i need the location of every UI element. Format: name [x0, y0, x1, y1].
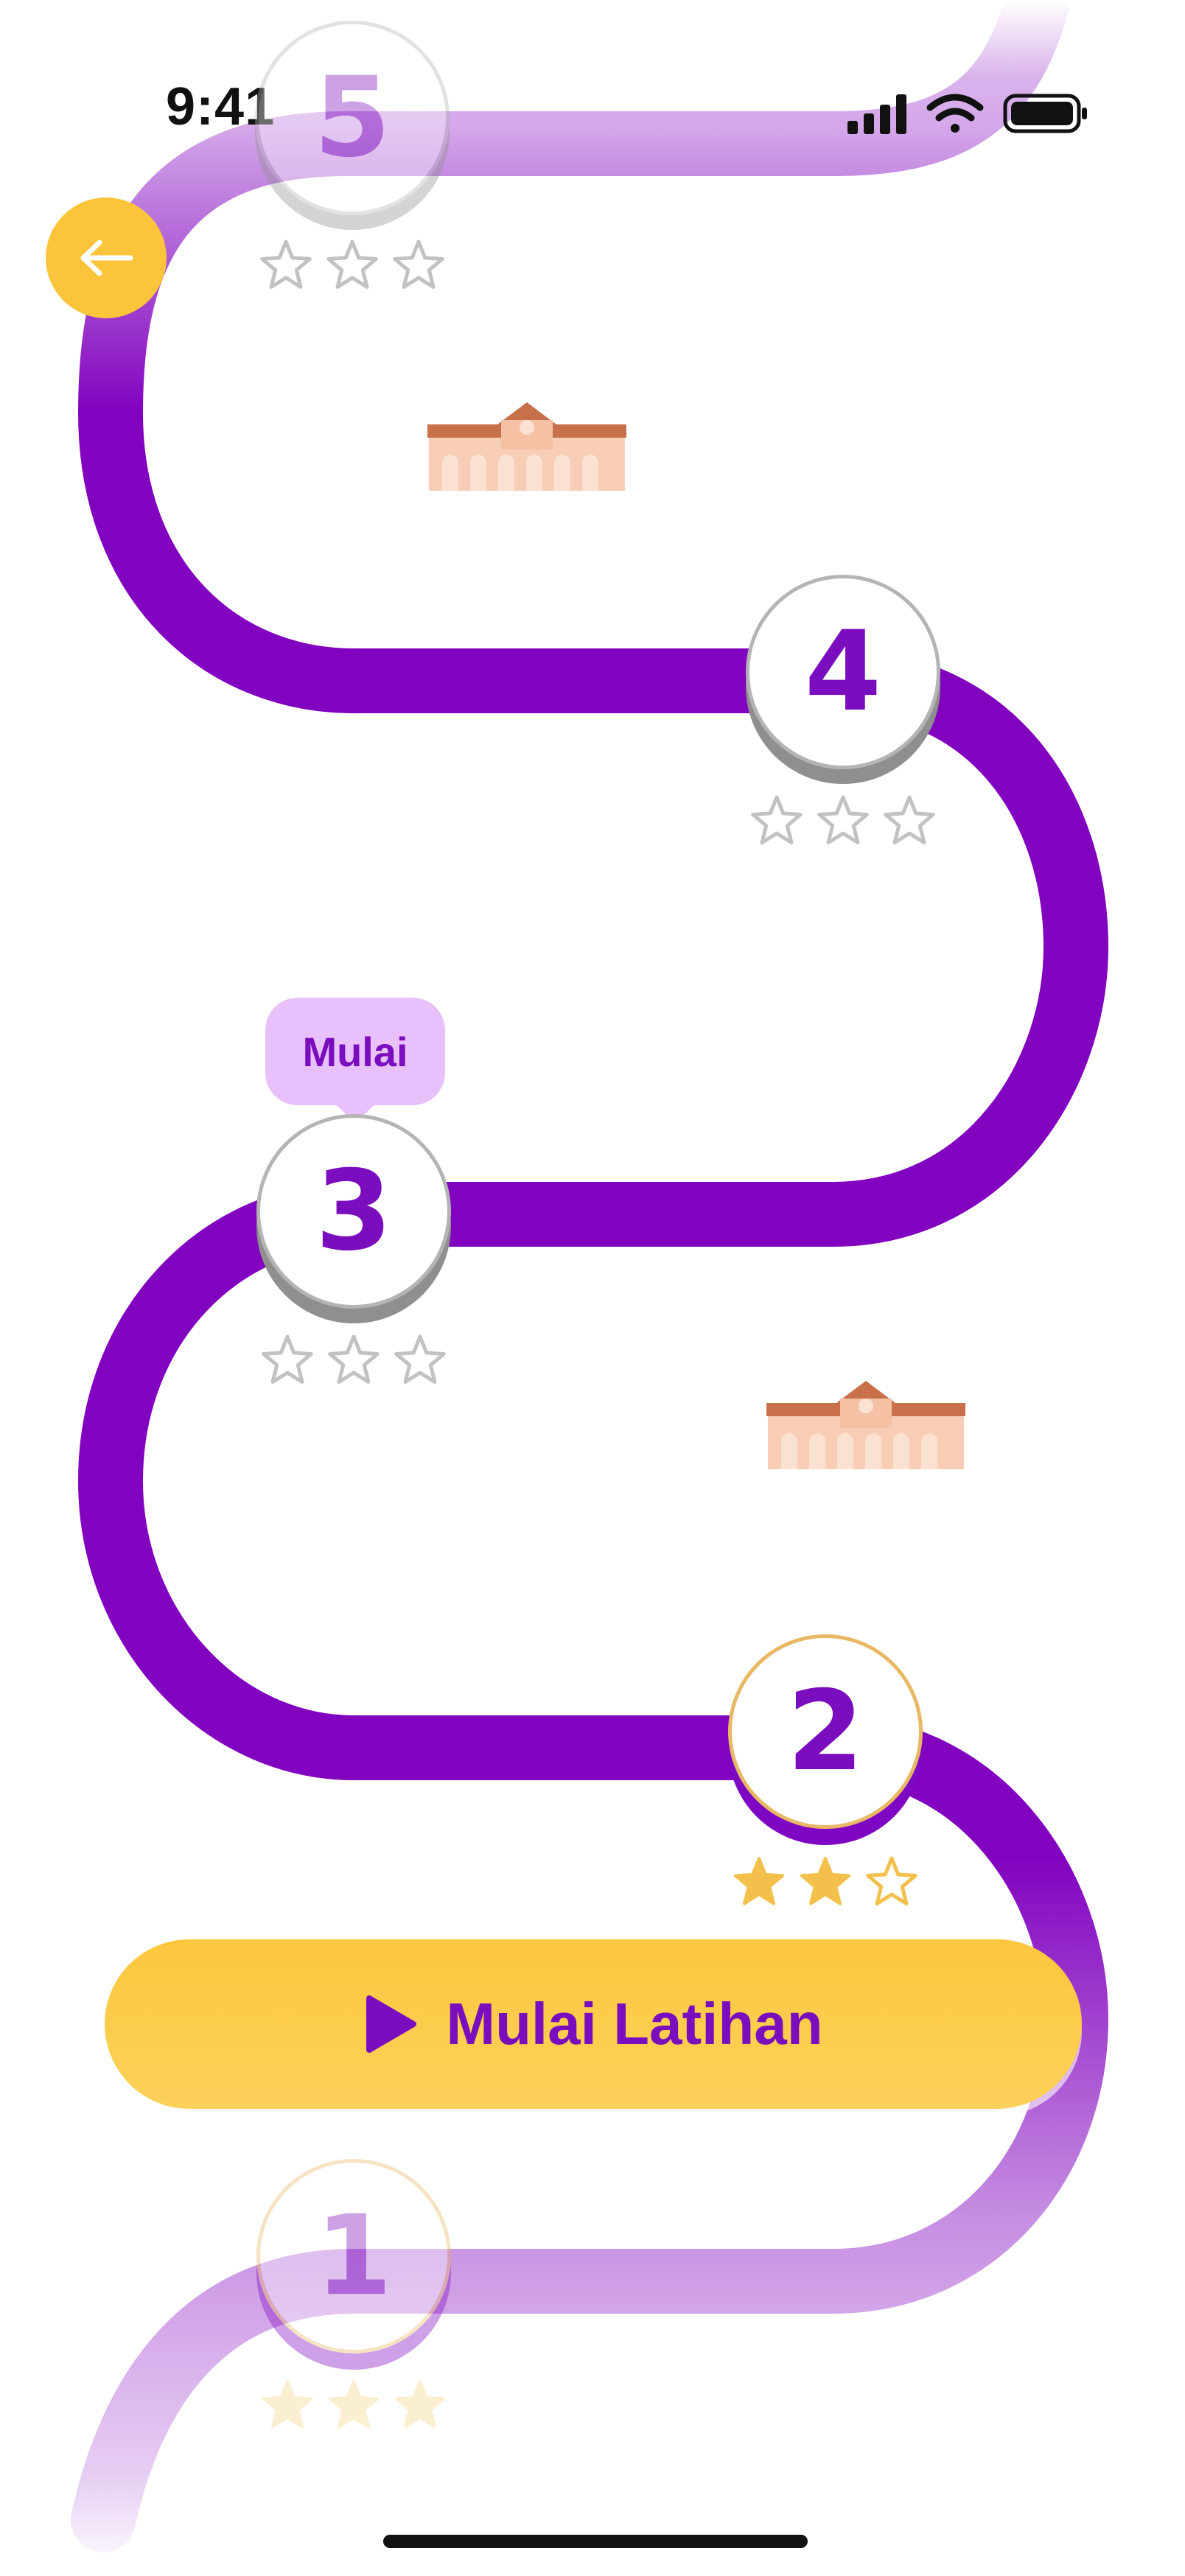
level-stars-3 — [262, 1334, 446, 1384]
level-node-5[interactable]: 5 — [255, 21, 450, 215]
level-stars-1 — [262, 2380, 446, 2429]
tooltip-label: Mulai — [302, 1028, 408, 1075]
star-empty-icon — [751, 795, 803, 844]
star-empty-icon — [394, 1334, 446, 1384]
level-number: 4 — [804, 608, 882, 736]
start-practice-button[interactable]: Mulai Latihan — [105, 1939, 1082, 2109]
signal-icon — [847, 94, 906, 134]
battery-icon — [1003, 94, 1087, 133]
status-icons — [847, 94, 1087, 134]
building-icon — [766, 1381, 965, 1469]
level-node-1[interactable]: 1 — [256, 2159, 451, 2353]
star-empty-icon — [393, 239, 444, 289]
level-number: 5 — [313, 54, 391, 182]
level-map-screen: 9:41 5 4 Mulai 3 2 1 Mulai Latihan — [0, 0, 1185, 2576]
building-icon — [427, 402, 626, 491]
star-filled-icon — [733, 1857, 785, 1905]
star-empty-icon — [260, 239, 312, 289]
play-icon — [366, 1995, 417, 2053]
level-node-4[interactable]: 4 — [746, 575, 940, 769]
start-tooltip[interactable]: Mulai — [265, 998, 445, 1105]
level-stars-2 — [733, 1856, 917, 1905]
level-path — [71, 0, 1109, 2552]
wifi-icon — [926, 94, 984, 133]
star-empty-icon — [328, 1334, 380, 1384]
star-filled-icon — [262, 2380, 313, 2429]
level-stars-4 — [751, 795, 935, 844]
level-number: 3 — [315, 1147, 393, 1275]
home-indicator — [383, 2535, 808, 2548]
star-empty-icon — [817, 795, 869, 844]
star-filled-icon — [328, 2380, 380, 2429]
star-empty-icon — [262, 1334, 313, 1384]
star-empty-icon — [884, 795, 935, 844]
level-node-3[interactable]: 3 — [256, 1114, 451, 1309]
level-node-2[interactable]: 2 — [728, 1634, 923, 1829]
level-stars-5 — [260, 239, 444, 289]
star-empty-icon — [866, 1856, 917, 1905]
arrow-left-icon — [80, 239, 133, 276]
back-button[interactable] — [46, 197, 167, 318]
star-filled-icon — [800, 1857, 851, 1905]
star-empty-icon — [326, 239, 378, 289]
level-number: 1 — [315, 2192, 393, 2320]
star-filled-icon — [394, 2380, 446, 2429]
start-practice-label: Mulai Latihan — [446, 1991, 823, 2057]
level-number: 2 — [786, 1667, 864, 1796]
